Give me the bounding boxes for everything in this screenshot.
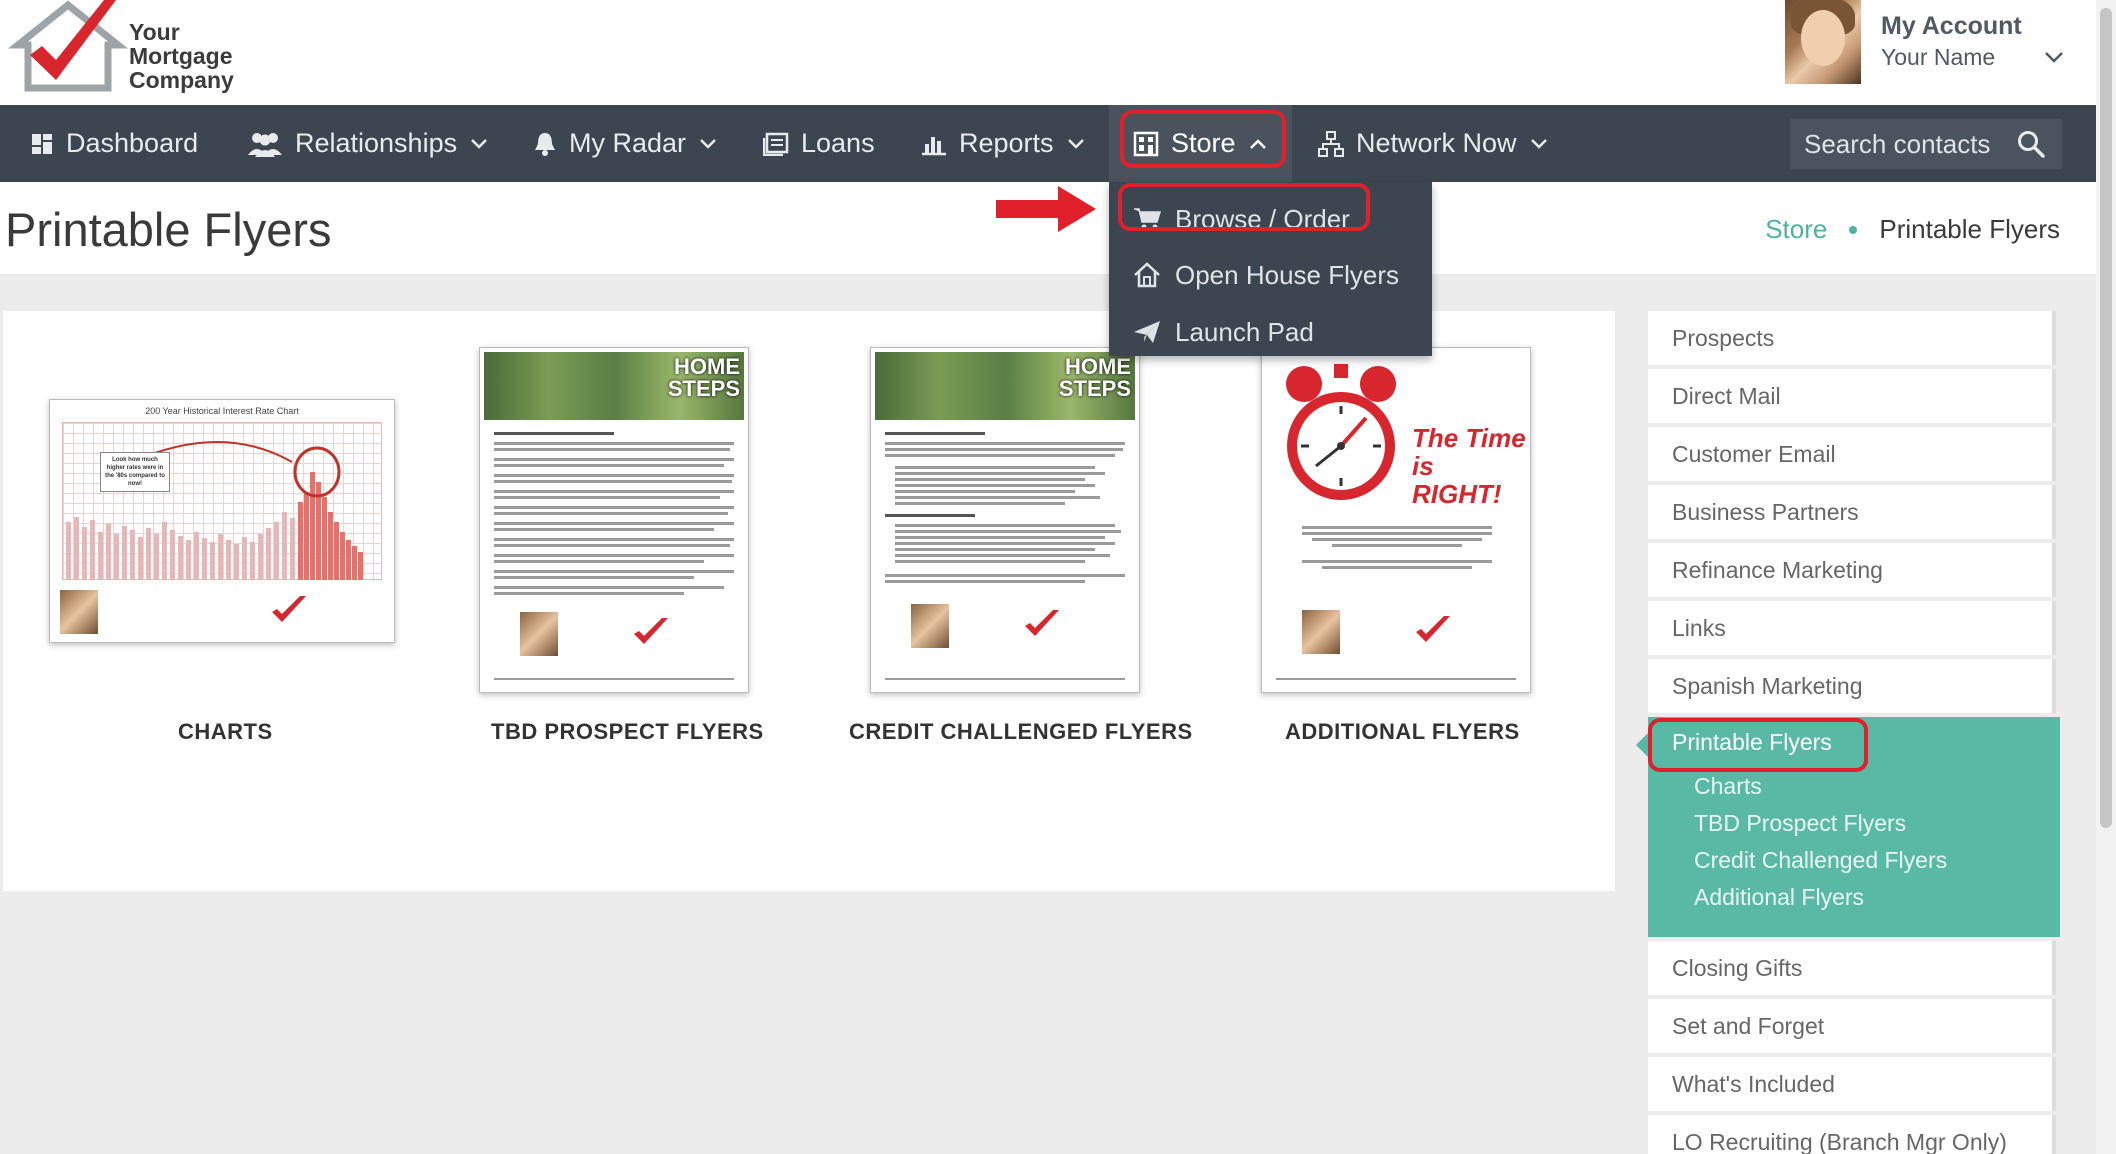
sidebar-subitem-charts[interactable]: Charts <box>1694 773 1762 800</box>
nav-loans[interactable]: Loans <box>763 105 875 182</box>
search-icon[interactable] <box>2016 129 2046 159</box>
scrollbar-thumb[interactable] <box>2100 8 2112 828</box>
agent-photo <box>520 612 558 656</box>
dashboard-icon <box>32 133 52 154</box>
top-header: Your Mortgage Company My Account Your Na… <box>0 0 2096 105</box>
account-menu[interactable]: My Account Your Name <box>1785 0 2085 84</box>
menu-item-launch-pad[interactable]: Launch Pad <box>1133 307 1314 357</box>
flyer-banner-text: HOME STEPS <box>1059 356 1131 400</box>
breadcrumb-store-link[interactable]: Store <box>1765 214 1827 245</box>
banner-line-2: STEPS <box>1058 376 1131 401</box>
page-title: Printable Flyers <box>5 203 332 256</box>
interest-rate-bars-icon <box>66 441 363 580</box>
card-credit-challenged-flyers-label[interactable]: CREDIT CHALLENGED FLYERS <box>849 719 1193 745</box>
flyer-categories-panel: 200 Year Historical Interest Rate Chart <box>3 311 1615 891</box>
menu-item-launch-pad-label: Launch Pad <box>1175 316 1314 347</box>
card-tbd-prospect-flyers-label[interactable]: TBD PROSPECT FLYERS <box>491 719 764 745</box>
highlight-browse-order <box>1118 183 1370 231</box>
company-logo[interactable]: Your Mortgage Company <box>8 0 238 100</box>
flyer-banner-text: HOME STEPS <box>668 356 740 400</box>
banner-line-1: HOME <box>1065 354 1131 379</box>
nav-reports[interactable]: Reports <box>921 105 1086 182</box>
sidebar-item-closing-gifts[interactable]: Closing Gifts <box>1648 941 2056 995</box>
sidebar-subitem-credit-challenged-flyers[interactable]: Credit Challenged Flyers <box>1694 847 1947 874</box>
logo-line-3: Company <box>129 67 234 93</box>
logo-check-icon <box>1416 616 1450 642</box>
sidebar-item-refinance-marketing[interactable]: Refinance Marketing <box>1648 543 2056 597</box>
menu-item-open-house-flyers[interactable]: Open House Flyers <box>1133 250 1399 300</box>
nav-dashboard-label: Dashboard <box>66 128 199 158</box>
alarm-clock-icon <box>1286 364 1396 500</box>
account-name: Your Name <box>1881 44 1996 70</box>
card-charts-label[interactable]: CHARTS <box>178 719 273 745</box>
nav-relationships[interactable]: Relationships <box>247 105 489 182</box>
card-additional-flyers-label[interactable]: ADDITIONAL FLYERS <box>1285 719 1520 745</box>
sidebar-item-direct-mail[interactable]: Direct Mail <box>1648 369 2056 423</box>
house-icon <box>1134 262 1160 288</box>
chart-thumb-callout: Look how much higher rates were in the '… <box>100 452 170 492</box>
sidebar-item-prospects[interactable]: Prospects <box>1648 311 2056 365</box>
breadcrumb: Store Printable Flyers <box>1765 214 2060 245</box>
agent-photo <box>911 604 949 648</box>
sidebar-subitem-tbd-prospect-flyers[interactable]: TBD Prospect Flyers <box>1694 810 1906 837</box>
account-title: My Account <box>1881 12 2022 40</box>
chevron-down-icon <box>1067 138 1084 149</box>
sidebar-item-business-partners[interactable]: Business Partners <box>1648 485 2056 539</box>
paper-plane-icon <box>1134 321 1160 343</box>
sidebar-item-links[interactable]: Links <box>1648 601 2056 655</box>
sidebar-item-spanish-marketing[interactable]: Spanish Marketing <box>1648 659 2056 713</box>
chevron-down-icon <box>1530 138 1547 149</box>
logo-house-check-icon <box>8 0 128 92</box>
sidebar-item-set-and-forget[interactable]: Set and Forget <box>1648 999 2056 1053</box>
banner-line-2: STEPS <box>667 376 740 401</box>
breadcrumb-separator <box>1849 225 1858 234</box>
bar-chart-icon <box>922 136 946 155</box>
people-icon <box>248 132 282 157</box>
nav-relationships-label: Relationships <box>295 128 458 158</box>
logo-text: Your Mortgage Company <box>129 20 234 92</box>
sidebar-item-customer-email[interactable]: Customer Email <box>1648 427 2056 481</box>
chevron-down-icon[interactable] <box>2043 46 2065 68</box>
charts-thumbnail[interactable]: 200 Year Historical Interest Rate Chart <box>49 399 395 643</box>
active-caret <box>1636 733 1648 757</box>
page-scrollbar[interactable] <box>2096 0 2116 1154</box>
nav-my-radar-label: My Radar <box>569 128 687 158</box>
logo-line-1: Your <box>129 19 180 45</box>
sidebar-item-lo-recruiting[interactable]: LO Recruiting (Branch Mgr Only) <box>1648 1115 2056 1154</box>
network-icon <box>1318 130 1344 157</box>
sidebar-subitem-additional-flyers[interactable]: Additional Flyers <box>1694 884 1864 911</box>
highlight-printable-flyers <box>1648 718 1868 772</box>
menu-item-open-house-flyers-label: Open House Flyers <box>1175 259 1399 290</box>
chart-thumb-title: 200 Year Historical Interest Rate Chart <box>145 406 299 416</box>
headline-line-1: The Time <box>1412 423 1526 453</box>
bell-icon <box>535 132 555 156</box>
nav-network-now[interactable]: Network Now <box>1318 105 1549 182</box>
highlight-store-nav <box>1120 110 1286 168</box>
nav-loans-label: Loans <box>801 128 875 158</box>
flyer-headline: The Time is RIGHT! <box>1412 424 1530 508</box>
nav-my-radar[interactable]: My Radar <box>533 105 718 182</box>
nav-reports-label: Reports <box>959 128 1054 158</box>
logo-check-icon <box>634 618 668 644</box>
banner-line-1: HOME <box>674 354 740 379</box>
additional-flyers-thumbnail[interactable]: The Time is RIGHT! <box>1261 347 1531 693</box>
avatar <box>1785 0 1861 84</box>
logo-check-icon <box>1025 610 1059 636</box>
agent-photo <box>1302 610 1340 654</box>
main-navbar: Dashboard Relationships My Radar Loans R… <box>0 105 2096 182</box>
breadcrumb-current: Printable Flyers <box>1879 214 2060 244</box>
agent-photo <box>60 590 98 634</box>
chevron-down-icon <box>700 138 716 149</box>
headline-line-2: is RIGHT! <box>1412 451 1502 509</box>
tbd-prospect-thumbnail[interactable]: HOME STEPS <box>479 347 749 693</box>
chevron-down-icon <box>471 138 487 149</box>
logo-line-2: Mortgage <box>129 43 233 69</box>
credit-challenged-thumbnail[interactable]: HOME STEPS <box>870 347 1140 693</box>
logo-check-icon <box>272 596 306 622</box>
red-arrow-icon <box>996 186 1096 232</box>
sidebar-item-whats-included[interactable]: What's Included <box>1648 1057 2056 1111</box>
nav-network-now-label: Network Now <box>1356 128 1517 158</box>
nav-dashboard[interactable]: Dashboard <box>30 105 198 182</box>
document-stack-icon <box>763 132 789 156</box>
